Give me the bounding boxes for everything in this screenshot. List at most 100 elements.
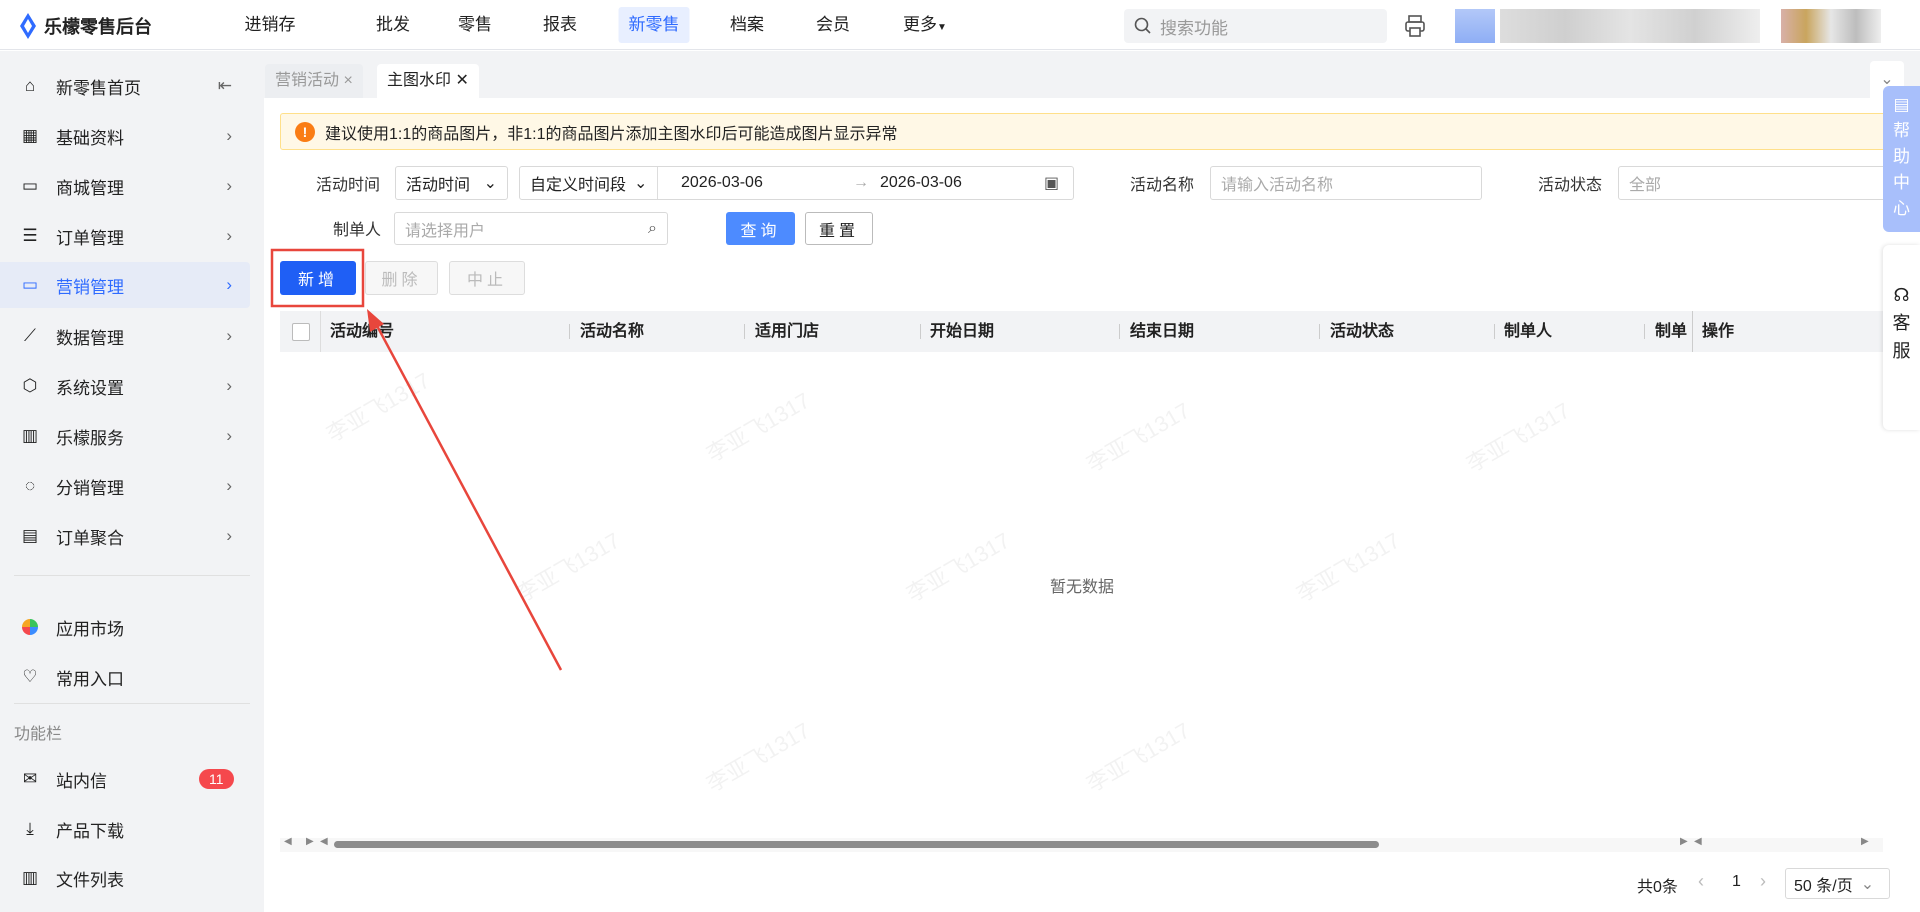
next-page-icon[interactable]: › (1760, 871, 1766, 892)
column-header-creator[interactable]: 制单人 (1504, 311, 1552, 352)
help-char: 助 (1893, 147, 1910, 166)
document-icon: ▤ (21, 526, 39, 545)
current-page[interactable]: 1 (1732, 873, 1741, 891)
chevron-right-icon: › (226, 326, 232, 345)
scroll-left-icon[interactable]: ◀ (1694, 836, 1702, 847)
user-avatar-blurred[interactable] (1455, 9, 1495, 43)
search-placeholder: 搜索功能 (1160, 18, 1228, 38)
sidebar-item-mall[interactable]: ▭ 商城管理 › (0, 163, 250, 209)
sidebar-item-app-market[interactable]: 应用市场 (0, 604, 250, 650)
activity-name-label: 活动名称 (1130, 177, 1195, 194)
date-range-picker[interactable]: 自定义时间段 ⌄ 2026-03-06 → 2026-03-06 ▣ (519, 166, 1074, 200)
sidebar-item-files[interactable]: ▥ 文件列表 (0, 855, 250, 901)
creator-input[interactable]: 请选择用户 ⌕ (394, 212, 668, 245)
horizontal-scrollbar[interactable]: ◀ ▶ ◀ ▶ ◀ ▶ (280, 836, 1883, 852)
close-icon[interactable]: × (343, 72, 352, 89)
sidebar-item-label: 基础资料 (56, 128, 124, 148)
watermark: 李亚飞1317 (1462, 397, 1575, 477)
sidebar-item-label: 商城管理 (56, 178, 124, 198)
column-separator (1119, 324, 1120, 339)
tab-label: 主图水印 (387, 72, 452, 89)
sidebar-item-favorites[interactable]: ♡ 常用入口 (0, 654, 250, 700)
activity-name-input[interactable]: 请输入活动名称 (1210, 166, 1482, 200)
settings-icon: ⬡ (22, 376, 38, 395)
search-input[interactable]: 搜索功能 (1124, 9, 1387, 43)
calendar-icon[interactable]: ▣ (1044, 173, 1059, 193)
scroll-left-icon[interactable]: ◀ (284, 836, 292, 847)
chevron-right-icon: › (226, 526, 232, 545)
grid-icon: ▦ (21, 126, 39, 145)
sidebar-item-service[interactable]: ▥ 乐檬服务 › (0, 413, 250, 459)
customer-service-button[interactable]: ☊ 客服 (1883, 245, 1920, 430)
divider (14, 575, 250, 576)
sidebar-item-home[interactable]: ⌂ 新零售首页 ⇤ (0, 63, 250, 109)
chevron-right-icon: › (226, 376, 232, 395)
query-button[interactable]: 查询 (726, 212, 795, 245)
column-header-end-date[interactable]: 结束日期 (1130, 311, 1194, 352)
select-all-checkbox[interactable] (292, 323, 310, 341)
sidebar-item-basic-data[interactable]: ▦ 基础资料 › (0, 113, 250, 159)
tab-label: 营销活动 (275, 72, 340, 89)
tab-marketing-activity[interactable]: 营销活动 × (265, 64, 363, 98)
page-size-select[interactable]: 50 条/页 ⌄ (1785, 868, 1890, 899)
home-icon: ⌂ (24, 76, 36, 95)
collapse-sidebar-icon[interactable]: ⇤ (218, 76, 232, 96)
sidebar-item-marketing[interactable]: ▭ 营销管理 › (0, 262, 250, 308)
start-date[interactable]: 2026-03-06 (681, 174, 763, 192)
time-type-select[interactable]: 活动时间 ⌄ (395, 166, 508, 200)
nav-new-retail[interactable]: 新零售 (618, 7, 690, 43)
nav-more-label: 更多 (903, 15, 938, 34)
scroll-left-icon[interactable]: ◀ (320, 836, 328, 847)
sidebar-item-label: 站内信 (56, 771, 107, 791)
reset-button[interactable]: 重置 (805, 212, 873, 245)
scrollbar-thumb[interactable] (334, 841, 1379, 848)
column-header-created[interactable]: 制单 (1655, 311, 1691, 352)
help-center-button[interactable]: ▤ 帮助中心 (1883, 86, 1920, 232)
service-char: 服 (1892, 341, 1911, 361)
app-title: 乐檬零售后台 (44, 17, 152, 37)
delete-button[interactable]: 删除 (365, 261, 438, 295)
download-icon: ⤓ (26, 819, 34, 838)
nav-wholesale[interactable]: 批发 (376, 0, 410, 50)
column-header-start-date[interactable]: 开始日期 (930, 311, 994, 352)
sidebar-item-inbox[interactable]: ✉ 站内信 11 (0, 756, 250, 802)
warning-icon: ! (295, 121, 315, 142)
sidebar-item-settings[interactable]: ⬡ 系统设置 › (0, 363, 250, 409)
watermark: 李亚飞1317 (702, 387, 815, 467)
column-header-status[interactable]: 活动状态 (1330, 311, 1394, 352)
scroll-right-icon[interactable]: ▶ (1861, 836, 1869, 847)
scroll-right-icon[interactable]: ▶ (306, 836, 314, 847)
nav-archive[interactable]: 档案 (730, 0, 764, 50)
annotation-arrow (373, 321, 563, 671)
sidebar-item-data[interactable]: ⟋ 数据管理 › (0, 313, 250, 359)
column-separator (744, 324, 745, 339)
printer-icon[interactable] (1403, 14, 1427, 38)
logo[interactable]: 乐檬零售后台 (18, 13, 152, 39)
prev-page-icon[interactable]: ‹ (1698, 871, 1704, 892)
nav-reports[interactable]: 报表 (543, 0, 577, 50)
sidebar-item-distribution[interactable]: ◌ 分销管理 › (0, 463, 250, 509)
headset-icon: ☊ (1893, 285, 1910, 305)
column-header-name[interactable]: 活动名称 (580, 311, 644, 352)
scroll-right-icon[interactable]: ▶ (1680, 836, 1688, 847)
stop-button[interactable]: 中止 (449, 261, 525, 295)
nav-jxc[interactable]: 进销存 (245, 0, 296, 50)
activity-status-select[interactable]: 全部 (1618, 166, 1895, 200)
chart-icon: ⟋ (24, 326, 36, 345)
range-type-select[interactable]: 自定义时间段 ⌄ (520, 167, 659, 199)
nav-more[interactable]: 更多▼ (903, 0, 947, 50)
end-date[interactable]: 2026-03-06 (880, 174, 962, 192)
add-button[interactable]: 新增 (280, 261, 356, 295)
close-icon[interactable]: ✕ (455, 72, 468, 89)
sidebar-item-download[interactable]: ⤓ 产品下载 (0, 806, 250, 852)
user-info-blurred (1500, 9, 1760, 43)
nav-retail[interactable]: 零售 (458, 0, 492, 50)
column-header-id[interactable]: 活动编号 (330, 311, 394, 352)
column-header-stores[interactable]: 适用门店 (755, 311, 819, 352)
tab-main-watermark[interactable]: 主图水印 ✕ (377, 64, 479, 98)
sidebar-item-order-aggregation[interactable]: ▤ 订单聚合 › (0, 513, 250, 559)
nav-member[interactable]: 会员 (816, 0, 850, 50)
sidebar-item-orders[interactable]: ☰ 订单管理 › (0, 213, 250, 259)
chevron-right-icon: › (226, 176, 232, 195)
watermark: 李亚飞1317 (1082, 397, 1195, 477)
